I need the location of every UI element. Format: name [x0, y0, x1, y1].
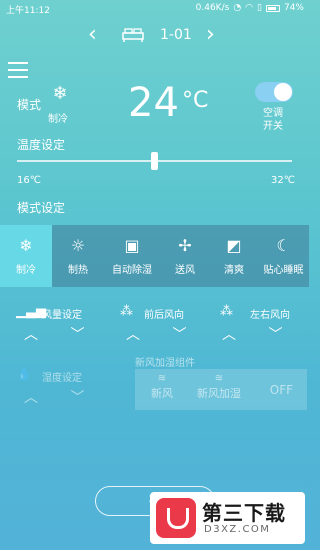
- fan-icon: ✢: [178, 236, 192, 255]
- snowflake-icon: ❄: [19, 236, 33, 255]
- mode-button-cool[interactable]: ❄ 制冷: [0, 225, 52, 287]
- watermark-logo-icon: [156, 498, 196, 538]
- front-back-up[interactable]: ︿: [126, 327, 154, 343]
- chevron-left-icon[interactable]: ‹: [88, 24, 97, 46]
- mode-button-label: 送风: [175, 265, 195, 276]
- fresh-air-state[interactable]: OFF: [270, 383, 293, 397]
- wifi-icon: ◠: [245, 3, 254, 13]
- chevron-right-icon[interactable]: ›: [206, 24, 215, 46]
- droplets-icon: 💧: [16, 367, 33, 382]
- battery-icon: [265, 4, 280, 12]
- mountain-icon: ◩: [226, 236, 242, 255]
- room-name: 1-01: [160, 27, 192, 43]
- mode-button-label: 制冷: [16, 265, 36, 276]
- watermark-domain: D3XZ.COM: [204, 524, 271, 535]
- moon-icon: ☾: [276, 236, 291, 255]
- mode-button-fresh[interactable]: ◩ 清爽: [210, 225, 258, 287]
- slider-max-label: 32℃: [271, 175, 295, 186]
- wind-droplet-icon: ≋: [214, 373, 224, 384]
- sim-icon: ▯: [257, 3, 262, 13]
- wind-speed-label: 风量设定: [42, 310, 82, 321]
- mode-button-sleep[interactable]: ☾ 贴心睡眠: [258, 225, 309, 287]
- mode-value: 制冷: [48, 114, 68, 125]
- airflow-fb-icon: ⁂: [120, 304, 133, 319]
- fresh-air-option[interactable]: ≋ 新风: [151, 373, 173, 401]
- fresh-humidify-label: 新风加湿: [197, 387, 241, 400]
- menu-icon[interactable]: [8, 62, 28, 80]
- temperature-unit: °C: [182, 88, 209, 113]
- mode-button-label: 自动除湿: [112, 265, 152, 276]
- temperature-value: 24: [128, 80, 179, 126]
- status-bar: 上午11:12 0.46K/s ◔ ◠ ▯ 74%: [0, 0, 309, 18]
- fresh-air-title: 新风加湿组件: [135, 358, 195, 369]
- wind-icon: ≋: [157, 373, 167, 384]
- mode-label: 模式: [17, 98, 42, 112]
- left-right-up[interactable]: ︿: [222, 327, 250, 343]
- toggle-knob: [274, 83, 292, 101]
- airflow-lr-icon: ⁂: [220, 304, 233, 319]
- fresh-air-panel: ≋ 新风 ≋ 新风加湿 OFF: [135, 369, 307, 410]
- fresh-air-label: 新风: [151, 387, 173, 400]
- mode-button-label: 制热: [68, 265, 88, 276]
- wind-speed-control: ▁▃▅ 风量设定 ︿ ﹀: [16, 304, 116, 344]
- snowflake-icon: ❄: [52, 83, 68, 104]
- status-time: 上午11:12: [6, 6, 50, 16]
- mode-setting-label: 模式设定: [17, 201, 66, 215]
- clock-icon: ◔: [233, 3, 242, 13]
- front-back-direction-control: ⁂ 前后风向 ︿ ﹀: [120, 304, 210, 344]
- sun-icon: ☼: [70, 236, 86, 255]
- power-toggle-label: 空调 开关: [258, 107, 288, 133]
- wind-speed-down[interactable]: ﹀: [70, 327, 98, 343]
- humidity-label: 湿度设定: [42, 373, 82, 384]
- power-label-line1: 空调: [263, 108, 283, 119]
- status-right: 0.46K/s ◔ ◠ ▯ 74%: [196, 3, 304, 13]
- mode-button-label: 清爽: [224, 265, 244, 276]
- mode-button-fan[interactable]: ✢ 送风: [160, 225, 210, 287]
- humidity-up[interactable]: ︿: [24, 390, 52, 406]
- power-toggle[interactable]: [255, 82, 293, 102]
- mode-button-dehumidify[interactable]: ▣ 自动除湿: [104, 225, 160, 287]
- watermark: 第三下载 D3XZ.COM: [150, 492, 305, 544]
- wind-speed-up[interactable]: ︿: [24, 327, 52, 343]
- mode-selector: ❄ 制冷 ☼ 制热 ▣ 自动除湿 ✢ 送风 ◩ 清爽 ☾ 贴心睡眠: [0, 225, 309, 287]
- temp-setting-label: 温度设定: [17, 138, 66, 152]
- front-back-label: 前后风向: [144, 310, 184, 321]
- watermark-title: 第三下载: [202, 501, 286, 525]
- droplet-icon: ▣: [124, 236, 140, 255]
- left-right-label: 左右风向: [250, 310, 290, 321]
- battery-level: 74%: [283, 3, 304, 13]
- room-navigator: ‹ 1-01 ›: [0, 22, 309, 50]
- front-back-down[interactable]: ﹀: [172, 327, 200, 343]
- fresh-humidify-option[interactable]: ≋ 新风加湿: [197, 373, 241, 401]
- power-label-line2: 开关: [263, 121, 283, 132]
- humidity-down[interactable]: ﹀: [70, 390, 98, 406]
- left-right-down[interactable]: ﹀: [268, 327, 296, 343]
- humidity-control: 💧 湿度设定 ︿ ﹀: [16, 367, 116, 407]
- left-right-direction-control: ⁂ 左右风向 ︿ ﹀: [220, 304, 310, 344]
- mode-button-heat[interactable]: ☼ 制热: [52, 225, 104, 287]
- slider-min-label: 16℃: [17, 175, 41, 186]
- mode-button-label: 贴心睡眠: [263, 265, 304, 276]
- temperature-slider-thumb[interactable]: [151, 152, 158, 170]
- network-speed: 0.46K/s: [195, 3, 230, 13]
- bed-icon: [122, 28, 144, 42]
